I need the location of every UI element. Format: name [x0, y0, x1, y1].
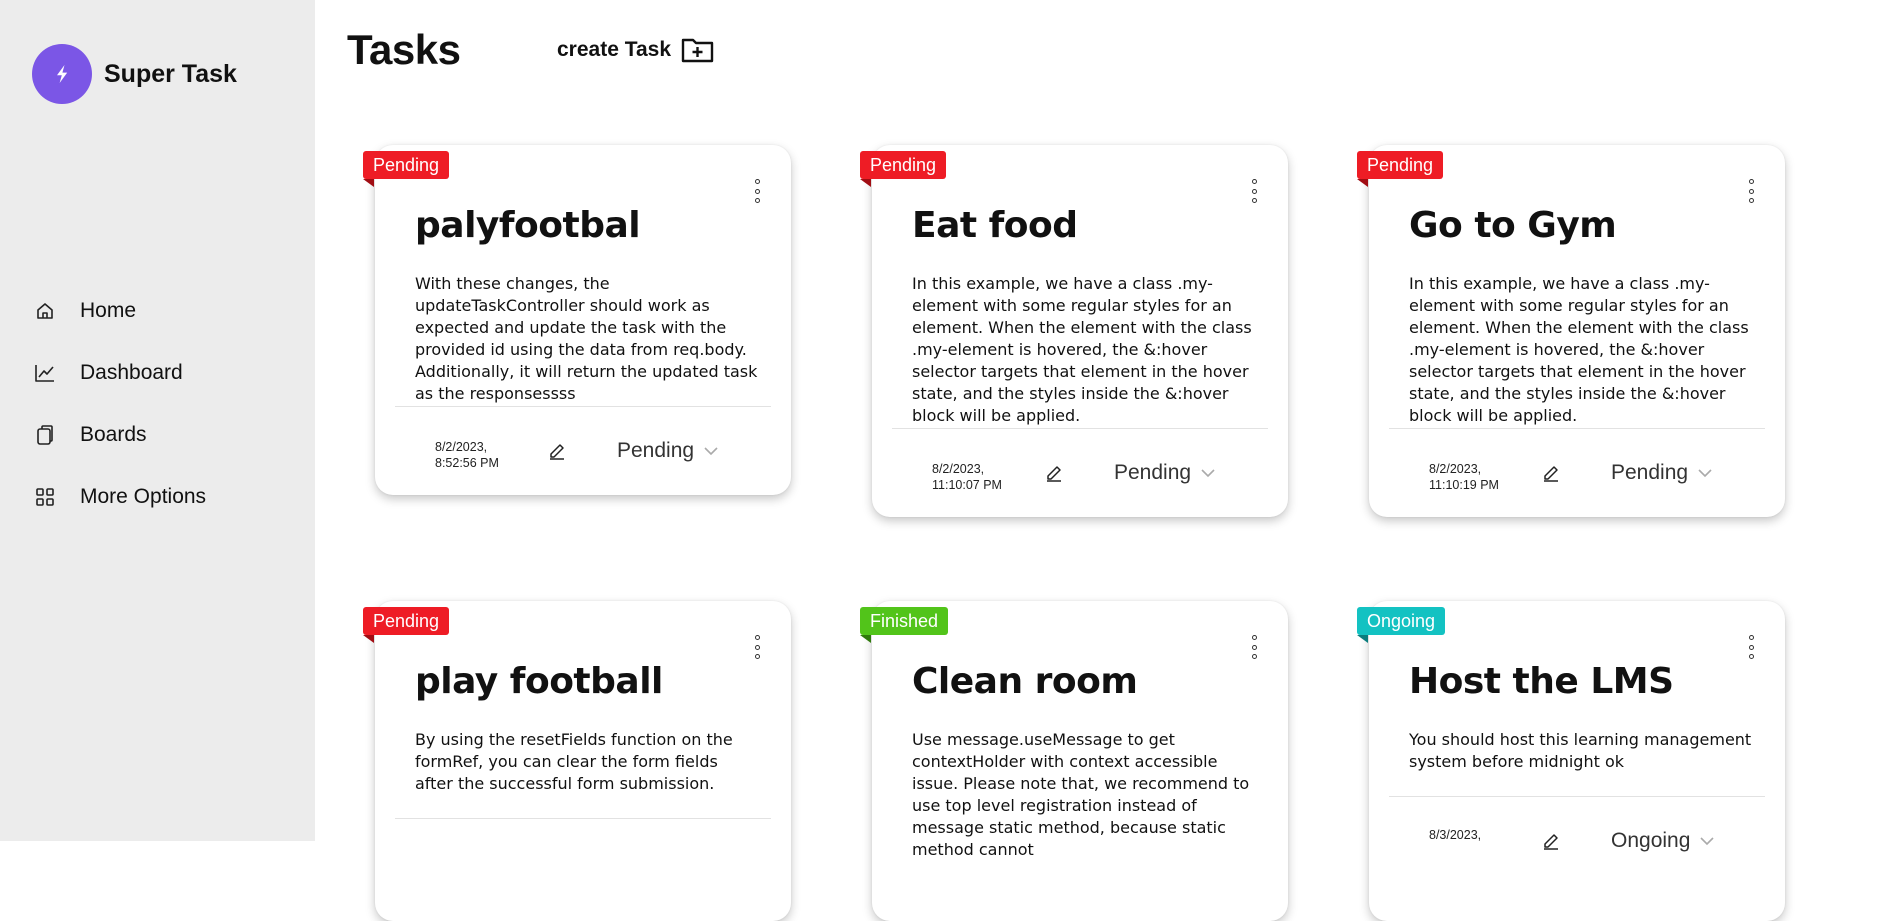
task-title: Clean room [912, 661, 1137, 702]
task-card[interactable]: Finished Clean room Use message.useMessa… [872, 601, 1288, 921]
status-select[interactable]: Pending [1611, 461, 1712, 485]
home-icon [34, 300, 56, 322]
task-title: Eat food [912, 205, 1078, 246]
task-card[interactable]: Pending play football By using the reset… [375, 601, 791, 921]
sidebar-item-label: Dashboard [80, 361, 183, 385]
task-description: In this example, we have a class .my-ele… [912, 273, 1257, 427]
status-select-value: Ongoing [1611, 829, 1690, 853]
task-description: With these changes, the updateTaskContro… [415, 273, 760, 405]
date-line: 8/2/2023, [435, 439, 499, 455]
task-title: Go to Gym [1409, 205, 1616, 246]
status-select[interactable]: Pending [617, 439, 718, 463]
status-badge: Ongoing [1357, 607, 1445, 635]
task-card[interactable]: Pending palyfootbal With these changes, … [375, 145, 791, 495]
task-title: palyfootbal [415, 205, 640, 246]
time-line: 11:10:19 PM [1429, 477, 1499, 493]
divider [1389, 428, 1765, 429]
task-description: By using the resetFields function on the… [415, 729, 760, 795]
status-select[interactable]: Ongoing [1611, 829, 1714, 853]
task-date: 8/2/2023, 11:10:19 PM [1429, 461, 1499, 493]
more-options-icon[interactable] [1745, 635, 1757, 659]
lightning-icon [50, 62, 74, 86]
task-card[interactable]: Pending Go to Gym In this example, we ha… [1369, 145, 1785, 517]
chart-icon [34, 362, 56, 384]
sidebar-item-more-options[interactable]: More Options [34, 466, 206, 528]
edit-icon[interactable] [1541, 463, 1561, 483]
time-line: 8:52:56 PM [435, 455, 499, 471]
edit-icon[interactable] [1541, 831, 1561, 851]
sidebar: Super Task Home Dashboard [0, 0, 315, 841]
brand-name: Super Task [104, 60, 237, 89]
sidebar-item-label: Boards [80, 423, 147, 447]
sidebar-item-label: Home [80, 299, 136, 323]
main-content: Tasks create Task Pending palyfootbal Wi… [315, 0, 1891, 841]
status-badge: Pending [363, 607, 449, 635]
status-badge: Pending [363, 151, 449, 179]
sidebar-item-dashboard[interactable]: Dashboard [34, 342, 206, 404]
task-title: Host the LMS [1409, 661, 1674, 702]
status-select-value: Pending [1114, 461, 1191, 485]
task-description: Use message.useMessage to get contextHol… [912, 729, 1257, 861]
status-select-value: Pending [1611, 461, 1688, 485]
folder-add-icon [681, 36, 715, 64]
divider [395, 406, 771, 407]
task-description: In this example, we have a class .my-ele… [1409, 273, 1754, 427]
brand[interactable]: Super Task [32, 44, 237, 104]
sidebar-nav: Home Dashboard Boards [34, 280, 206, 528]
task-description: You should host this learning management… [1409, 729, 1754, 773]
grid-icon [34, 486, 56, 508]
task-date: 8/2/2023, 8:52:56 PM [435, 439, 499, 471]
status-badge: Pending [1357, 151, 1443, 179]
boards-icon [34, 424, 56, 446]
time-line: 11:10:07 PM [932, 477, 1002, 493]
status-select[interactable]: Pending [1114, 461, 1215, 485]
chevron-down-icon [1700, 836, 1714, 846]
task-title: play football [415, 661, 663, 702]
divider [395, 818, 771, 819]
divider [892, 428, 1268, 429]
task-card[interactable]: Ongoing Host the LMS You should host thi… [1369, 601, 1785, 921]
status-select-value: Pending [617, 439, 694, 463]
date-line: 8/2/2023, [1429, 461, 1499, 477]
sidebar-item-boards[interactable]: Boards [34, 404, 206, 466]
more-options-icon[interactable] [1248, 179, 1260, 203]
status-badge: Finished [860, 607, 948, 635]
sidebar-item-label: More Options [80, 485, 206, 509]
chevron-down-icon [1201, 468, 1215, 478]
create-task-button[interactable]: create Task [557, 36, 715, 64]
edit-icon[interactable] [547, 441, 567, 461]
task-card[interactable]: Pending Eat food In this example, we hav… [872, 145, 1288, 517]
create-task-label: create Task [557, 38, 671, 62]
more-options-icon[interactable] [1745, 179, 1757, 203]
status-badge: Pending [860, 151, 946, 179]
more-options-icon[interactable] [751, 179, 763, 203]
divider [1389, 796, 1765, 797]
chevron-down-icon [1698, 468, 1712, 478]
sidebar-item-home[interactable]: Home [34, 280, 206, 342]
more-options-icon[interactable] [1248, 635, 1260, 659]
page-title: Tasks [347, 26, 460, 74]
logo [32, 44, 92, 104]
date-line: 8/2/2023, [932, 461, 1002, 477]
task-date: 8/2/2023, 11:10:07 PM [932, 461, 1002, 493]
chevron-down-icon [704, 446, 718, 456]
more-options-icon[interactable] [751, 635, 763, 659]
edit-icon[interactable] [1044, 463, 1064, 483]
